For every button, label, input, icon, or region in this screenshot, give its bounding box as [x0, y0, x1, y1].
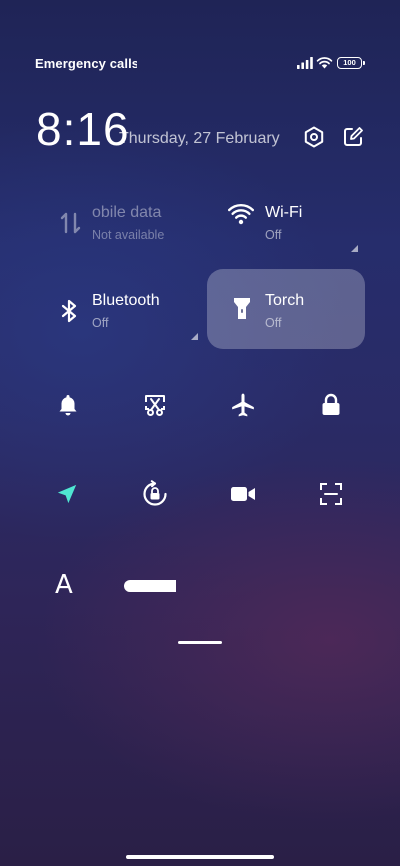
silent-toggle[interactable] [51, 388, 85, 422]
tile-mobile-data[interactable]: obile data Not available [40, 182, 198, 262]
scanner-toggle[interactable] [314, 477, 348, 511]
tile-torch[interactable]: Torch Off [207, 269, 365, 349]
airplane-mode-toggle[interactable] [226, 388, 260, 422]
tile-bluetooth[interactable]: Bluetooth Off [40, 270, 198, 350]
mobile-data-icon [60, 212, 81, 234]
bluetooth-expand-indicator[interactable] [191, 333, 198, 340]
lock-icon [322, 393, 340, 415]
torch-icon [234, 298, 250, 319]
scissors-screenshot-icon [145, 395, 165, 416]
tile-title: obile data [92, 204, 162, 221]
tile-title: Wi-Fi [265, 204, 303, 221]
brightness-slider[interactable] [124, 580, 176, 592]
panel-drag-handle[interactable] [178, 641, 222, 644]
edit-icon[interactable] [341, 125, 365, 149]
airplane-icon [232, 393, 254, 417]
wifi-expand-indicator[interactable] [351, 245, 358, 252]
clock-time: 8:16 [36, 103, 130, 155]
location-toggle[interactable] [50, 477, 84, 511]
mobile-data-text: obile data Not available [92, 182, 198, 262]
date-text: Thursday, 27 February [119, 130, 280, 147]
navigation-gesture-bar[interactable] [126, 855, 274, 859]
lock-screen-toggle[interactable] [314, 388, 348, 422]
bell-icon [59, 395, 77, 416]
tile-title: Bluetooth [92, 292, 160, 309]
status-bar: Emergency calls o 100 [0, 0, 400, 110]
tile-subtitle: Off [92, 316, 109, 330]
bluetooth-icon [61, 299, 77, 323]
tile-subtitle: Off [265, 316, 282, 330]
wifi-status-icon [316, 57, 333, 69]
video-camera-icon [231, 487, 255, 501]
rotation-lock-toggle[interactable] [138, 477, 172, 511]
font-size-toggle[interactable]: A [55, 570, 73, 600]
screen-recorder-toggle[interactable] [226, 477, 260, 511]
location-icon [57, 484, 77, 504]
rotation-lock-icon [143, 480, 167, 506]
carrier-status-text: Emergency calls o [35, 56, 137, 71]
battery-indicator: 100 [337, 57, 365, 69]
scan-icon [320, 483, 342, 505]
wifi-icon [228, 203, 254, 225]
tile-wifi[interactable]: Wi-Fi Off [210, 182, 368, 262]
tile-subtitle: Not available [92, 228, 165, 242]
tile-title: Torch [265, 292, 305, 309]
tile-subtitle: Off [265, 228, 282, 242]
screenshot-toggle[interactable] [138, 388, 172, 422]
signal-icon [297, 57, 313, 69]
settings-gear-icon[interactable] [302, 125, 326, 149]
